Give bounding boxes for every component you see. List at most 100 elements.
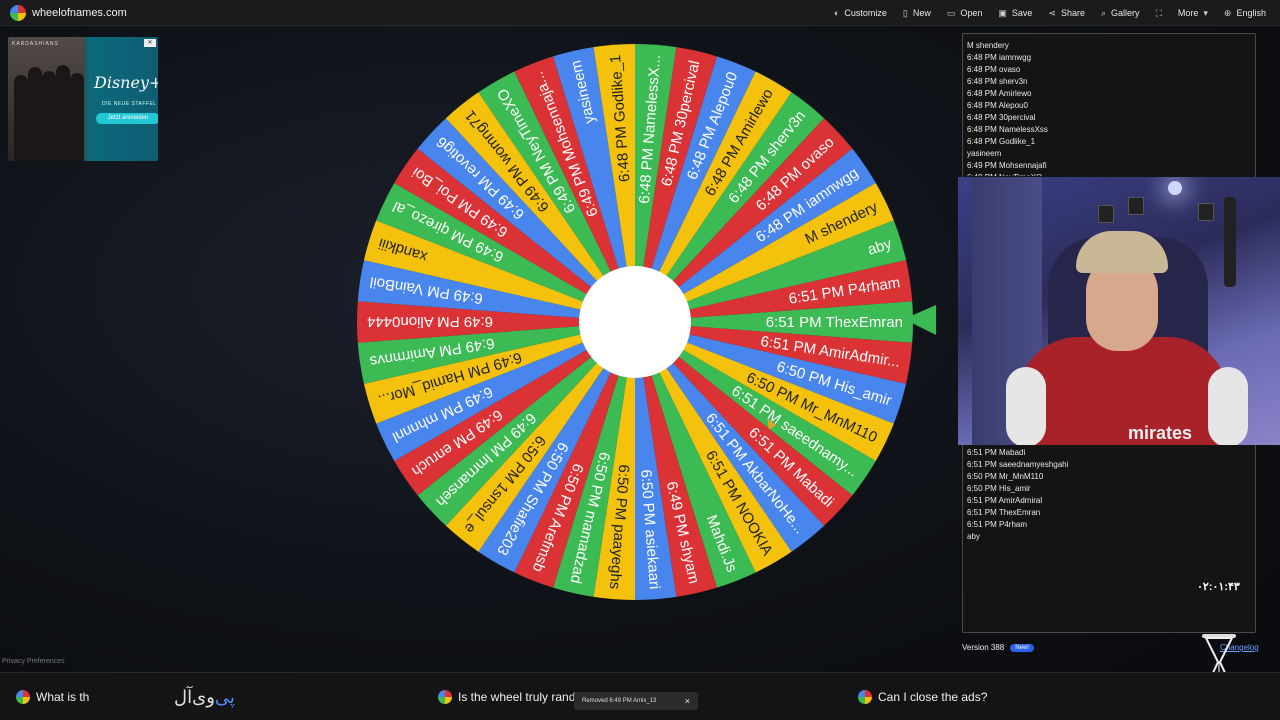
entry-line: 6:49 PM Mohsennajafi [967,161,1047,170]
menu-gallery[interactable]: ⌕ Gallery [1101,8,1140,19]
menu-more-label: More [1177,8,1199,18]
faq-label: Is the wheel truly rand [458,690,576,704]
ad-cta-button[interactable]: Jetzt anmelden [96,113,158,124]
webcam-shirt [1018,337,1228,445]
version-info: Version 388 New! [962,643,1034,652]
main-menu: ◐ Customize ▯ New ▭ Open ▣ Save ⋖ Share ⌕ Gall… [834,0,1266,26]
entry-line: 6:48 PM Godlike_1 [967,137,1036,146]
webcam-sleeve [1208,367,1248,445]
webcam-guitar [1224,197,1236,287]
privacy-preferences-link[interactable]: Privacy Preferences [2,658,65,665]
menu-new[interactable]: ▯ New [903,8,931,19]
faq-item-close-ads[interactable]: Can I close the ads? [858,690,987,704]
save-icon: ▣ [998,7,1007,18]
palette-icon: ◐ [833,8,840,18]
version-label: Version 388 [962,643,1005,652]
menu-save-label: Save [1011,8,1033,18]
fullscreen-icon: ⛶ [1155,7,1162,18]
wheel-logo-icon [858,690,872,704]
folder-icon: ▭ [946,7,956,18]
menu-open-label: Open [960,8,983,18]
faq-label: Can I close the ads? [878,690,988,704]
wheel-pointer-icon [904,305,936,335]
language-label: English [1236,8,1266,18]
webcam-sleeve [1006,367,1046,445]
entry-line: aby [967,532,980,541]
site-name: wheelofnames.com [32,6,127,19]
new-badge: New! [1010,643,1034,652]
channel-logo-prefix: آل [174,686,193,708]
webcam-overlay: mirates [958,177,1280,445]
wheel-segment-label: 6:51 PM ThexEmran [766,314,903,331]
ad-subtitle: DIE NEUE STAFFEL [102,101,157,107]
entry-line: 6:50 PM His_amir [967,484,1031,493]
ad-person [56,65,70,161]
ad-person [28,67,42,161]
site-logo[interactable]: wheelofnames.com [10,4,127,21]
top-bar: wheelofnames.com ◐ Customize ▯ New ▭ Open ▣… [0,0,1280,26]
entry-line: 6:51 PM saeednamyeshgahi [967,460,1069,469]
faq-item-what-is[interactable]: What is th [16,690,89,704]
menu-share[interactable]: ⋖ Share [1048,8,1085,19]
menu-open[interactable]: ▭ Open [947,8,983,19]
removed-toast: Removed 6:49 PM Amix_13 × [574,692,698,710]
entry-line: 6:51 PM ThexEmran [967,508,1041,517]
ad-show-label: KARDASHIANS [12,41,59,47]
entry-line: 6:48 PM ovaso [967,65,1021,74]
entry-line: 6:51 PM Mabadi [967,448,1026,457]
wheel-logo-icon [438,690,452,704]
wheel-center[interactable] [579,266,691,378]
menu-gallery-label: Gallery [1111,8,1140,18]
entry-line: M shendery [967,41,1009,50]
close-icon[interactable]: × [685,696,690,706]
ad-person [14,75,28,161]
ad-person [42,71,56,161]
ad-close-icon[interactable]: ✕ [144,39,156,47]
stream-timer: ۰۲:۰۱:۴۳ [1197,581,1240,593]
entry-line: 6:48 PM sherv3n [967,77,1028,86]
menu-customize[interactable]: ◐ Customize [834,8,887,18]
entry-line: 6:50 PM Mr_MnM110 [967,472,1044,481]
wheel-logo-icon [16,690,30,704]
webcam-frame [1128,197,1144,215]
webcam-frame [1198,203,1214,221]
wheel-svg[interactable]: 6:51 PM ThexEmran6:51 PM AmirAdmir...6:5… [355,42,915,602]
channel-logo-mid: وی [192,686,215,708]
entry-line: 6:48 PM Alepou0 [967,101,1028,110]
toast-text: Removed 6:49 PM Amix_13 [582,698,657,704]
wheel-segment-label: 6:49 PM Alion0444 [367,313,493,330]
channel-logo-accent: پی [214,686,235,708]
entry-line: 6:49 PM NeyTimeXO [967,172,1048,176]
entry-line: 6:51 PM AmirAdmiral [967,496,1043,505]
search-icon: ⌕ [1101,7,1107,18]
webcam-shirt-sponsor: mirates [1128,423,1193,443]
globe-icon: ⊕ [1223,7,1232,18]
ad-image: KARDASHIANS [8,37,84,161]
chevron-down-icon: ▾ [1203,7,1208,18]
entry-line: yasineem [967,149,1002,158]
fullscreen-button[interactable]: ⛶ [1156,8,1162,19]
entries-list-top: M shendery 6:48 PM iamnwgg 6:48 PM ovaso 6:… [967,40,1048,176]
menu-save[interactable]: ▣ Save [998,8,1032,19]
entry-line: 6:48 PM NamelessXss [967,125,1048,134]
wheel[interactable]: 6:51 PM ThexEmran 6:51 PM AmirAdmir... 6:5… [355,42,915,602]
ad-person [70,73,84,161]
language-select[interactable]: ⊕ English [1224,8,1266,19]
channel-logo: آل وی پی [102,676,307,718]
webcam-frame [1098,205,1114,223]
menu-new-label: New [912,8,931,18]
webcam-lamp [1168,181,1182,195]
entry-line: 6:51 PM P4rham [967,520,1028,529]
entries-list-bottom: 6:51 PM Mabadi 6:51 PM saeednamyeshgahi 6:… [967,447,1068,543]
entry-line: 6:48 PM 30percival [967,113,1036,122]
menu-share-label: Share [1060,8,1085,18]
menu-customize-label: Customize [844,8,887,18]
entry-line: 6:48 PM iamnwgg [967,53,1032,62]
file-icon: ▯ [902,7,908,18]
menu-more[interactable]: More ▾ [1178,8,1208,19]
faq-item-truly-random[interactable]: Is the wheel truly rand [438,690,575,704]
ad-brand: Disney+ [94,73,158,92]
share-icon: ⋖ [1048,7,1056,18]
advertisement[interactable]: KARDASHIANS Disney+ DIE NEUE STAFFEL Jet… [8,37,158,161]
entry-line: 6:48 PM Amirlewo [967,89,1032,98]
